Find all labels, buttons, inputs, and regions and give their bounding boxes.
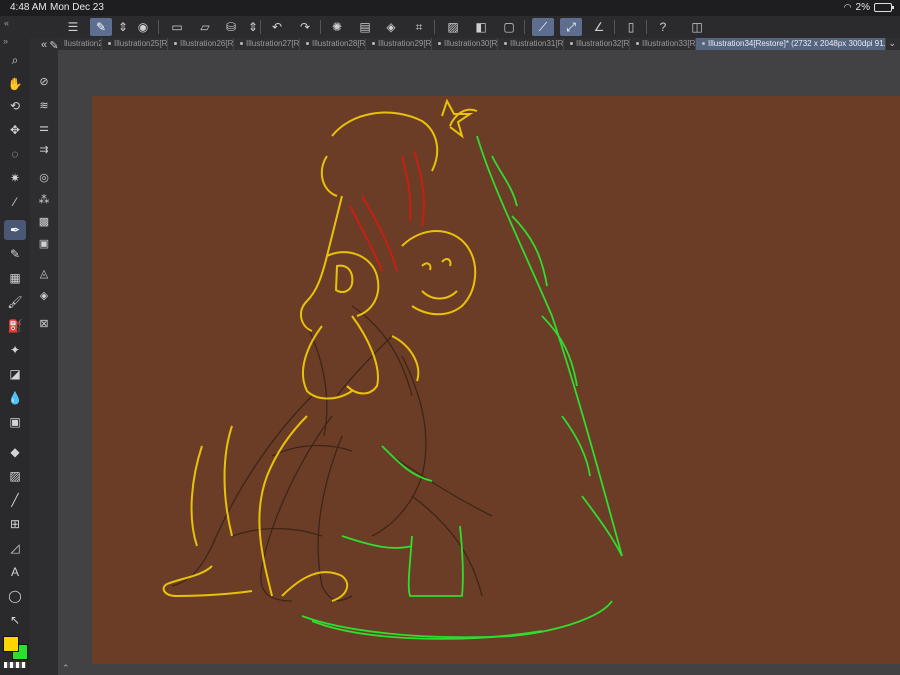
battery-icon [874,3,894,12]
blend-icon[interactable]: 💧 [4,388,26,408]
collapse-tools-icon[interactable]: » [3,36,8,46]
material-icon[interactable]: ▩ [34,212,54,230]
sketch-artwork [162,98,623,640]
brush-size-icon[interactable]: ≋ [34,96,54,114]
divider [524,20,525,34]
ruler-icon[interactable]: ◿ [4,538,26,558]
sub-tool-palette: « ✎ ⊘ ≋ ⚌ ⇉ ◎ ⁂ ▩ ▣ ◬ ◈ ⊠ [30,38,59,675]
expand-bottom-icon[interactable]: ⌃ [62,663,70,674]
redo-icon[interactable]: ↷ [294,18,316,36]
status-bar: 4:48 AM Mon Dec 23 ◠ 2% [0,0,900,16]
show-selection-icon[interactable]: ▢ [498,18,520,36]
new-file-icon[interactable]: ▭ [166,18,188,36]
clear-icon[interactable]: ▤ [354,18,376,36]
battery-percent: 2% [855,2,870,13]
navigator-icon[interactable]: ⊘ [34,72,54,90]
correct-line-icon[interactable]: ↖ [4,610,26,630]
tab-illustration26[interactable]: Illustration26[R [168,38,234,50]
search-layer-icon[interactable]: ◈ [34,286,54,304]
divider [320,20,321,34]
tab-illustration31[interactable]: Illustration31[R [498,38,564,50]
main-color-swatch[interactable] [3,636,19,652]
hand-icon[interactable]: ✋ [4,74,26,94]
decoration-icon[interactable]: ✦ [4,340,26,360]
window-icon[interactable]: ◫ [686,18,708,36]
open-folder-icon[interactable]: ▱ [194,18,216,36]
drawing-canvas[interactable] [92,96,900,664]
color-slider-icon[interactable]: ⁂ [34,190,54,208]
smartphone-icon[interactable]: ▯ [620,18,642,36]
lasso-icon[interactable]: ◌ [4,144,26,164]
frame-border-icon[interactable]: ⊞ [4,514,26,534]
settings-badge-icon[interactable]: ◉ [132,18,154,36]
eraser-icon[interactable]: ◪ [4,364,26,384]
menu-icon[interactable]: ☰ [62,18,84,36]
tab-illustration24[interactable]: llustration24[R [58,38,102,50]
clock: 4:48 AM [10,2,47,13]
save-icon[interactable]: ⛁ [220,18,242,36]
stabilization-icon[interactable]: ⟋ [532,18,554,36]
ruler-snap-icon[interactable]: ∠ [588,18,610,36]
divider [260,20,261,34]
red-ears [349,150,425,272]
rough-sketch-lines [171,305,493,602]
balloon-icon[interactable]: ◯ [4,586,26,606]
tabs-dropdown-icon[interactable]: ⌄ [888,38,896,49]
tool-property-icon[interactable]: ⚌ [34,118,54,136]
help-icon[interactable]: ? [652,18,674,36]
deselect-icon[interactable]: ▨ [442,18,464,36]
divider [614,20,615,34]
loading-icon[interactable]: ✺ [326,18,348,36]
rotate-icon[interactable]: ⟲ [4,96,26,116]
divider [646,20,647,34]
line-icon[interactable]: ╱ [4,490,26,510]
sub-tool-icon[interactable]: ⇉ [34,140,54,158]
pen-icon[interactable]: ✒ [4,220,26,240]
airbrush-icon[interactable]: ⛽ [4,316,26,336]
frame-grid-icon[interactable]: ▦ [4,268,26,288]
yellow-lineart [162,98,478,602]
transparent-color-swatch[interactable] [4,662,26,668]
pencil-icon[interactable]: ✎ [4,244,26,264]
tab-illustration32[interactable]: Illustration32[R [564,38,630,50]
snap-icon[interactable]: ⤢ [560,18,582,36]
layer-icon[interactable]: ◬ [34,264,54,282]
border-icon[interactable]: ▣ [4,412,26,432]
divider [434,20,435,34]
crop-icon[interactable]: ⌗ [408,18,430,36]
edit-mode-icon[interactable]: ✎ [90,18,112,36]
move-icon[interactable]: ✥ [4,120,26,140]
gradient-icon[interactable]: ▨ [4,466,26,486]
brush-icon[interactable]: 🖌 [4,292,26,312]
layer-property-icon[interactable]: ▣ [34,234,54,252]
fill-icon[interactable]: ◈ [380,18,402,36]
battery-status: ◠ 2% [843,2,894,13]
tab-illustration33[interactable]: Illustration33[R [630,38,696,50]
color-wheel-icon[interactable]: ◎ [34,168,54,186]
wifi-icon: ◠ [843,2,852,12]
tab-illustration25[interactable]: Illustration25[R [102,38,168,50]
command-bar: « ☰ ✎ ⇕ ◉ ▭ ▱ ⛁ ⇕ ↶ ↷ ✺ ▤ ◈ ⌗ ▨ ◧ ▢ ⟋ ⤢ … [0,16,900,38]
tab-illustration29[interactable]: Illustration29[R [366,38,432,50]
document-tabs: llustration24[R Illustration25[R Illustr… [58,38,900,50]
text-icon[interactable]: A [4,562,26,582]
tab-illustration34[interactable]: Illustration34[Restore]* (2732 x 2048px … [696,38,886,50]
tool-palette: ⌕ ✋ ⟲ ✥ ◌ ✷ ⁄ ✒ ✎ ▦ 🖌 ⛽ ✦ ◪ 💧 ▣ ◆ ▨ ╱ ⊞ … [0,38,30,675]
undo-icon[interactable]: ↶ [266,18,288,36]
auto-action-icon[interactable]: ⊠ [34,314,54,332]
zoom-icon[interactable]: ⌕ [4,50,26,70]
fill-bucket-icon[interactable]: ◆ [4,442,26,462]
stepper-icon[interactable]: ⇕ [112,18,134,36]
collapse-left-icon[interactable]: « [4,18,9,28]
magic-wand-icon[interactable]: ✷ [4,168,26,188]
eyedropper-icon[interactable]: ⁄ [4,192,26,212]
tab-illustration28[interactable]: Illustration28[R [300,38,366,50]
date: Mon Dec 23 [50,2,104,13]
tab-illustration27[interactable]: Illustration27[R [234,38,300,50]
divider [158,20,159,34]
tab-illustration30[interactable]: Illustration30[R [432,38,498,50]
invert-selection-icon[interactable]: ◧ [470,18,492,36]
